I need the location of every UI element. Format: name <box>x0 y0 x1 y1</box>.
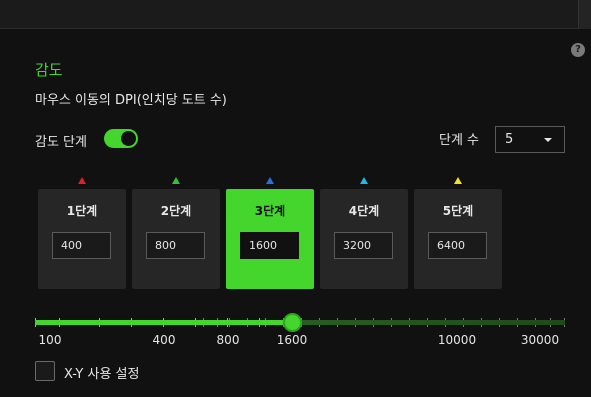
stage-toggle-label: 감도 단계 <box>35 135 87 150</box>
dpi-slider[interactable] <box>35 313 565 332</box>
top-bar <box>0 0 591 29</box>
scale-label: 30000 <box>520 333 560 347</box>
stage-dpi-input[interactable]: 1600 <box>240 232 299 259</box>
stage-dpi-value: 1600 <box>249 239 277 252</box>
xy-enable-label: X-Y 사용 설정 <box>64 367 140 382</box>
stage-count-value: 5 <box>505 132 514 147</box>
slider-track-rest <box>292 320 565 325</box>
stage-card-5[interactable]: 5단계 6400 <box>414 189 502 289</box>
stage-dpi-value: 3200 <box>343 239 371 252</box>
toggle-knob <box>121 131 136 146</box>
top-bar-edge <box>578 0 591 29</box>
stage-marker-1 <box>78 177 86 184</box>
stage-card-2[interactable]: 2단계 800 <box>132 189 220 289</box>
chevron-down-icon <box>544 138 552 142</box>
stage-card-name: 3단계 <box>254 204 286 218</box>
stage-dpi-input[interactable]: 400 <box>52 232 111 259</box>
stage-card-1[interactable]: 1단계 400 <box>38 189 126 289</box>
xy-enable-checkbox[interactable] <box>35 361 55 381</box>
stage-card-name: 5단계 <box>442 204 474 218</box>
stage-card-name: 1단계 <box>66 204 98 218</box>
stage-dpi-value: 800 <box>155 239 176 252</box>
scale-label: 800 <box>216 333 240 347</box>
stage-marker-3 <box>266 177 274 184</box>
stage-marker-4 <box>360 177 368 184</box>
stage-dpi-input[interactable]: 800 <box>146 232 205 259</box>
stage-marker-2 <box>172 177 180 184</box>
scale-label: 1600 <box>276 333 308 347</box>
scale-label: 400 <box>152 333 176 347</box>
slider-track-fill <box>35 320 292 325</box>
stage-marker-5 <box>454 177 462 184</box>
stage-card-4[interactable]: 4단계 3200 <box>320 189 408 289</box>
section-subtitle: 마우스 이동의 DPI(인치당 도트 수) <box>35 93 227 108</box>
stage-dpi-value: 400 <box>61 239 82 252</box>
stage-card-name: 2단계 <box>160 204 192 218</box>
scale-label: 10000 <box>437 333 477 347</box>
stage-count-select[interactable]: 5 <box>495 126 565 153</box>
stage-card-name: 4단계 <box>348 204 380 218</box>
stage-dpi-input[interactable]: 6400 <box>428 232 487 259</box>
stage-count-label: 단계 수 <box>439 133 480 148</box>
stage-dpi-value: 6400 <box>437 239 465 252</box>
section-title: 감도 <box>35 61 63 79</box>
slider-thumb[interactable] <box>283 313 302 332</box>
stage-toggle[interactable] <box>104 129 138 148</box>
help-icon[interactable]: ? <box>571 43 585 57</box>
stage-dpi-input[interactable]: 3200 <box>334 232 393 259</box>
scale-label: 100 <box>38 333 62 347</box>
stage-card-3[interactable]: 3단계 1600 <box>226 189 314 289</box>
